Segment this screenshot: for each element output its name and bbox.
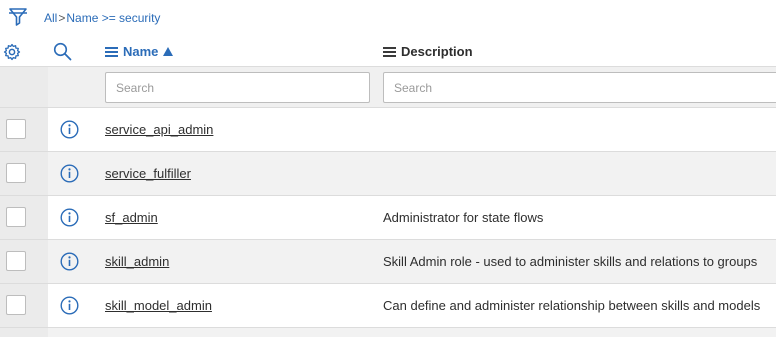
row-checkbox[interactable] xyxy=(6,295,26,315)
table-row: skill_admin Skill Admin role - used to a… xyxy=(0,239,776,283)
record-description: Administrator for state flows xyxy=(383,210,544,225)
row-checkbox[interactable] xyxy=(6,163,26,183)
record-name-link[interactable]: service_api_admin xyxy=(105,122,213,137)
record-name-link[interactable]: skill_model_admin xyxy=(105,298,212,313)
column-header-description[interactable]: Description xyxy=(383,44,473,59)
column-menu-icon[interactable] xyxy=(383,46,396,57)
breadcrumb-condition[interactable]: Name >= security xyxy=(66,11,160,25)
description-search-input[interactable] xyxy=(383,72,776,103)
name-search-input[interactable] xyxy=(105,72,370,103)
filter-icon[interactable] xyxy=(8,6,28,28)
table-row: sf_admin Administrator for state flows xyxy=(0,195,776,239)
record-name-link[interactable]: skill_admin xyxy=(105,254,169,269)
record-name-link[interactable]: sf_admin xyxy=(105,210,158,225)
list-body: service_api_admin service_fulfiller sf_a… xyxy=(0,107,776,337)
info-icon[interactable] xyxy=(60,164,79,183)
table-row: service_fulfiller xyxy=(0,151,776,195)
gear-icon[interactable] xyxy=(3,43,21,61)
table-row: service_api_admin xyxy=(0,107,776,151)
column-header-name-label: Name xyxy=(123,44,159,59)
info-icon[interactable] xyxy=(60,208,79,227)
info-icon[interactable] xyxy=(60,120,79,139)
column-header-description-label: Description xyxy=(401,44,473,59)
breadcrumb-all[interactable]: All xyxy=(44,11,57,25)
breadcrumb: All>Name >= security xyxy=(44,11,160,25)
row-checkbox[interactable] xyxy=(6,207,26,227)
info-icon[interactable] xyxy=(60,252,79,271)
column-search-row xyxy=(0,66,776,107)
column-menu-icon[interactable] xyxy=(105,46,118,57)
record-description: Can define and administer relationship b… xyxy=(383,298,761,313)
info-icon[interactable] xyxy=(60,296,79,315)
row-checkbox[interactable] xyxy=(6,119,26,139)
breadcrumb-separator: > xyxy=(58,11,66,25)
list-header: Name Description xyxy=(0,38,776,66)
breadcrumb-bar: All>Name >= security xyxy=(0,0,776,38)
row-checkbox[interactable] xyxy=(6,251,26,271)
search-icon[interactable] xyxy=(53,42,72,61)
column-header-name[interactable]: Name xyxy=(105,44,174,59)
table-row: skill_model_admin Can define and adminis… xyxy=(0,283,776,327)
table-row xyxy=(0,327,776,337)
record-description: Skill Admin role - used to administer sk… xyxy=(383,254,758,269)
sort-ascending-icon xyxy=(163,47,174,56)
record-name-link[interactable]: service_fulfiller xyxy=(105,166,191,181)
